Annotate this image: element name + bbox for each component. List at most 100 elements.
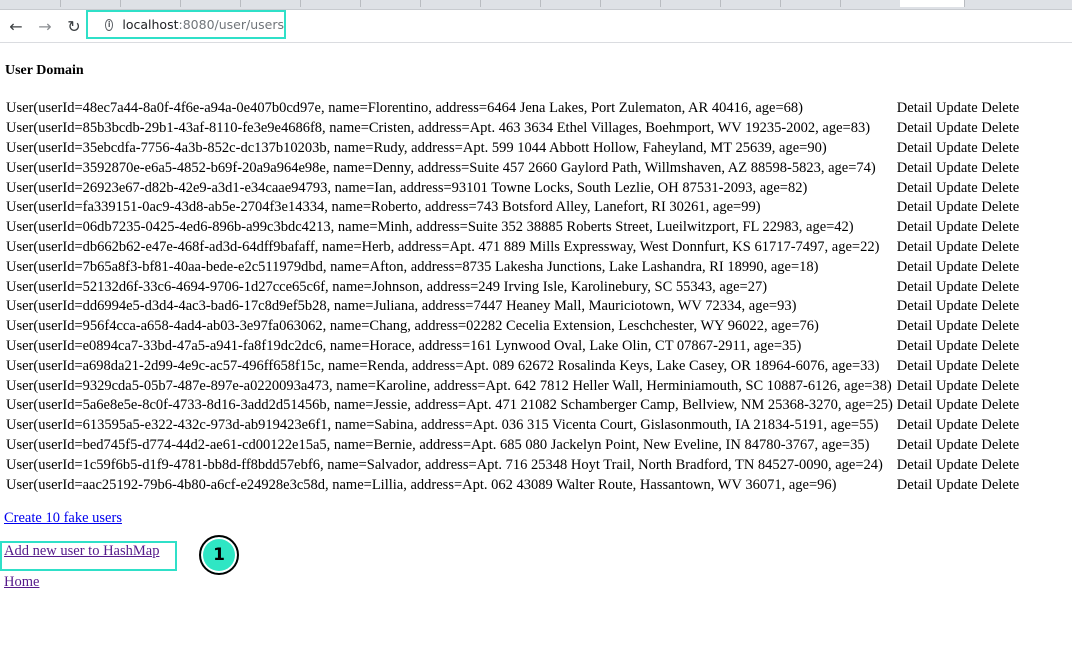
reload-icon[interactable]: ↻	[62, 14, 86, 38]
browser-tab[interactable]	[180, 0, 241, 7]
detail-link[interactable]: Detail	[897, 140, 932, 156]
browser-tab[interactable]	[600, 0, 661, 7]
update-link[interactable]: Update	[936, 100, 978, 116]
user-record: User(userId=dd6994e5-d3d4-4ac3-bad6-17c8…	[6, 298, 797, 315]
delete-link[interactable]: Delete	[981, 180, 1019, 196]
delete-link[interactable]: Delete	[981, 338, 1019, 354]
delete-link[interactable]: Delete	[981, 417, 1019, 433]
menu-icon[interactable]: ⋮	[1066, 18, 1072, 38]
browser-tab[interactable]	[60, 0, 121, 7]
detail-link[interactable]: Detail	[897, 239, 932, 255]
table-row: User(userId=fa339151-0ac9-43d8-ab5e-2704…	[6, 199, 1019, 217]
update-link[interactable]: Update	[936, 457, 978, 473]
update-link[interactable]: Update	[936, 338, 978, 354]
row-actions: Detail Update Delete	[895, 437, 1019, 455]
detail-link[interactable]: Detail	[897, 160, 932, 176]
detail-link[interactable]: Detail	[897, 397, 932, 413]
address-bar[interactable]: i localhost:8080/user/users	[86, 10, 286, 39]
update-link[interactable]: Update	[936, 120, 978, 136]
browser-tab[interactable]	[120, 0, 181, 7]
update-link[interactable]: Update	[936, 199, 978, 215]
delete-link[interactable]: Delete	[981, 358, 1019, 374]
delete-link[interactable]: Delete	[981, 318, 1019, 334]
detail-link[interactable]: Detail	[897, 457, 932, 473]
detail-link[interactable]: Detail	[897, 477, 932, 493]
browser-tab[interactable]	[660, 0, 721, 7]
delete-link[interactable]: Delete	[981, 259, 1019, 275]
detail-link[interactable]: Detail	[897, 120, 932, 136]
back-arrow-icon[interactable]: ←	[4, 14, 28, 38]
info-icon[interactable]: i	[105, 18, 114, 31]
active-browser-tab[interactable]	[900, 0, 965, 7]
delete-link[interactable]: Delete	[981, 477, 1019, 493]
delete-link[interactable]: Delete	[981, 120, 1019, 136]
delete-link[interactable]: Delete	[981, 378, 1019, 394]
delete-link[interactable]: Delete	[981, 219, 1019, 235]
detail-link[interactable]: Detail	[897, 318, 932, 334]
browser-toolbar: ← → ↻ i localhost:8080/user/users ⋮	[0, 10, 1072, 43]
delete-link[interactable]: Delete	[981, 457, 1019, 473]
browser-tab[interactable]	[720, 0, 781, 7]
update-link[interactable]: Update	[936, 219, 978, 235]
detail-link[interactable]: Detail	[897, 298, 932, 314]
home-link[interactable]: Home	[4, 574, 39, 591]
url-host: localhost	[122, 17, 179, 32]
detail-link[interactable]: Detail	[897, 199, 932, 215]
update-link[interactable]: Update	[936, 298, 978, 314]
delete-link[interactable]: Delete	[981, 279, 1019, 295]
browser-tab[interactable]	[300, 0, 361, 7]
forward-arrow-icon[interactable]: →	[33, 14, 57, 38]
delete-link[interactable]: Delete	[981, 160, 1019, 176]
delete-link[interactable]: Delete	[981, 100, 1019, 116]
delete-link[interactable]: Delete	[981, 140, 1019, 156]
update-link[interactable]: Update	[936, 378, 978, 394]
update-link[interactable]: Update	[936, 279, 978, 295]
detail-link[interactable]: Detail	[897, 219, 932, 235]
detail-link[interactable]: Detail	[897, 259, 932, 275]
update-link[interactable]: Update	[936, 140, 978, 156]
detail-link[interactable]: Detail	[897, 100, 932, 116]
delete-link[interactable]: Delete	[981, 199, 1019, 215]
table-row: User(userId=52132d6f-33c6-4694-9706-1d27…	[6, 278, 1019, 296]
create-fake-users-link[interactable]: Create 10 fake users	[4, 510, 122, 527]
detail-link[interactable]: Detail	[897, 358, 932, 374]
browser-tab[interactable]	[420, 0, 481, 7]
user-record: User(userId=26923e67-d82b-42e9-a3d1-e34c…	[6, 179, 808, 196]
user-record: User(userId=db662b62-e47e-468f-ad3d-64df…	[6, 238, 880, 255]
delete-link[interactable]: Delete	[981, 239, 1019, 255]
row-actions: Detail Update Delete	[895, 456, 1019, 474]
row-actions: Detail Update Delete	[895, 179, 1019, 197]
update-link[interactable]: Update	[936, 160, 978, 176]
detail-link[interactable]: Detail	[897, 378, 932, 394]
browser-tab[interactable]	[840, 0, 901, 7]
browser-tab[interactable]	[780, 0, 841, 7]
detail-link[interactable]: Detail	[897, 279, 932, 295]
detail-link[interactable]: Detail	[897, 338, 932, 354]
delete-link[interactable]: Delete	[981, 437, 1019, 453]
browser-tab[interactable]	[480, 0, 541, 7]
update-link[interactable]: Update	[936, 358, 978, 374]
row-actions: Detail Update Delete	[895, 318, 1019, 336]
row-actions: Detail Update Delete	[895, 417, 1019, 435]
delete-link[interactable]: Delete	[981, 298, 1019, 314]
detail-link[interactable]: Detail	[897, 180, 932, 196]
table-row: User(userId=e0894ca7-33bd-47a5-a941-fa8f…	[6, 338, 1019, 356]
browser-tab[interactable]	[360, 0, 421, 7]
browser-tab[interactable]	[0, 0, 61, 7]
user-record: User(userId=613595a5-e322-432c-973d-ab91…	[6, 417, 879, 434]
delete-link[interactable]: Delete	[981, 397, 1019, 413]
update-link[interactable]: Update	[936, 239, 978, 255]
update-link[interactable]: Update	[936, 477, 978, 493]
browser-tab[interactable]	[240, 0, 301, 7]
update-link[interactable]: Update	[936, 397, 978, 413]
update-link[interactable]: Update	[936, 259, 978, 275]
row-actions: Detail Update Delete	[895, 278, 1019, 296]
table-row: User(userId=9329cda5-05b7-487e-897e-a022…	[6, 377, 1019, 395]
update-link[interactable]: Update	[936, 180, 978, 196]
update-link[interactable]: Update	[936, 417, 978, 433]
update-link[interactable]: Update	[936, 437, 978, 453]
update-link[interactable]: Update	[936, 318, 978, 334]
detail-link[interactable]: Detail	[897, 417, 932, 433]
browser-tab[interactable]	[540, 0, 601, 7]
detail-link[interactable]: Detail	[897, 437, 932, 453]
